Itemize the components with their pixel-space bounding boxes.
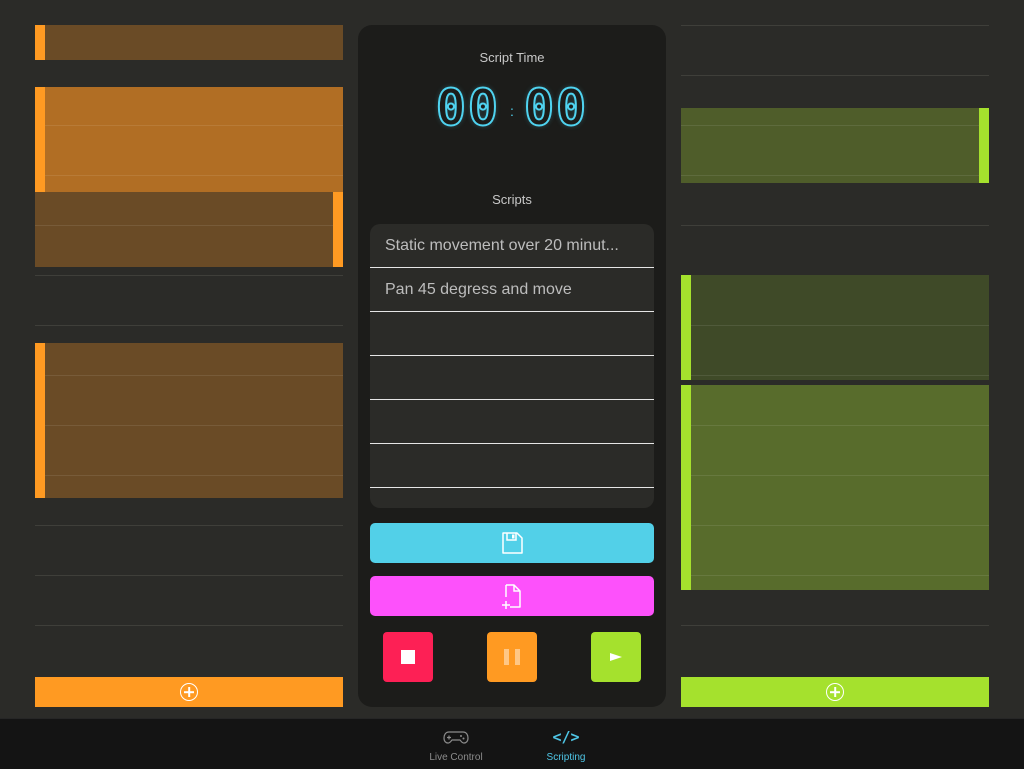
track-gridline bbox=[681, 625, 989, 626]
track-gridline bbox=[35, 575, 343, 576]
scripting-panel: Script Time 00 : 00 Scripts Static movem… bbox=[358, 25, 666, 707]
keyframe-handle[interactable] bbox=[35, 343, 45, 498]
keyframe-block[interactable] bbox=[35, 25, 343, 60]
timer-separator: : bbox=[510, 103, 514, 119]
keyframe-handle[interactable] bbox=[333, 192, 343, 267]
stop-icon bbox=[401, 650, 415, 664]
plus-circle-icon bbox=[180, 683, 198, 701]
track-gridline bbox=[681, 75, 989, 76]
code-icon: </> bbox=[552, 728, 580, 746]
left-add-keyframe-button[interactable] bbox=[35, 677, 343, 707]
stop-button[interactable] bbox=[383, 632, 433, 682]
track-gridline bbox=[35, 325, 343, 326]
keyframe-block-selected[interactable] bbox=[681, 385, 989, 590]
timer-seconds: 00 bbox=[523, 79, 589, 137]
script-list-item[interactable]: Static movement over 20 minut... bbox=[370, 224, 654, 268]
pause-icon bbox=[504, 649, 520, 665]
new-file-icon bbox=[502, 584, 521, 609]
tab-live-control-label: Live Control bbox=[429, 752, 483, 763]
keyframe-block[interactable] bbox=[681, 108, 989, 183]
keyframe-handle[interactable] bbox=[979, 108, 989, 183]
script-list-item[interactable]: Pan 45 degress and move bbox=[370, 268, 654, 312]
keyframe-handle[interactable] bbox=[681, 275, 691, 380]
right-add-keyframe-button[interactable] bbox=[681, 677, 989, 707]
track-gridline bbox=[681, 225, 989, 226]
keyframe-handle[interactable] bbox=[35, 87, 45, 192]
play-button[interactable] bbox=[591, 632, 641, 682]
track-gridline bbox=[35, 275, 343, 276]
script-list-item[interactable] bbox=[370, 400, 654, 444]
script-list-item[interactable] bbox=[370, 356, 654, 400]
script-list-item[interactable] bbox=[370, 444, 654, 488]
script-time-label: Script Time bbox=[479, 50, 545, 65]
timer-minutes: 00 bbox=[435, 79, 501, 137]
play-icon bbox=[610, 653, 622, 661]
plus-circle-icon bbox=[826, 683, 844, 701]
tab-live-control[interactable]: Live Control bbox=[411, 719, 501, 769]
track-gridline bbox=[35, 625, 343, 626]
gamepad-icon bbox=[443, 731, 469, 744]
keyframe-block[interactable] bbox=[35, 343, 343, 498]
track-gridline bbox=[681, 25, 989, 26]
new-script-button[interactable] bbox=[370, 576, 654, 616]
keyframe-block-selected[interactable] bbox=[35, 87, 343, 192]
keyframe-block[interactable] bbox=[681, 275, 989, 380]
tab-scripting[interactable]: </> Scripting bbox=[521, 719, 611, 769]
save-script-button[interactable] bbox=[370, 523, 654, 563]
tab-bar: Live Control </> Scripting bbox=[0, 718, 1024, 769]
pause-button[interactable] bbox=[487, 632, 537, 682]
tab-scripting-label: Scripting bbox=[546, 752, 586, 763]
save-icon bbox=[502, 532, 523, 554]
keyframe-handle[interactable] bbox=[35, 25, 45, 60]
script-list-item[interactable] bbox=[370, 312, 654, 356]
script-list[interactable]: Static movement over 20 minut... Pan 45 … bbox=[370, 224, 654, 508]
scripts-label: Scripts bbox=[492, 192, 532, 207]
track-gridline bbox=[35, 525, 343, 526]
left-keyframe-track bbox=[35, 0, 343, 718]
keyframe-handle[interactable] bbox=[681, 385, 691, 590]
keyframe-block[interactable] bbox=[35, 192, 343, 267]
script-timer: 00 : 00 bbox=[358, 79, 666, 137]
right-keyframe-track bbox=[681, 0, 989, 718]
